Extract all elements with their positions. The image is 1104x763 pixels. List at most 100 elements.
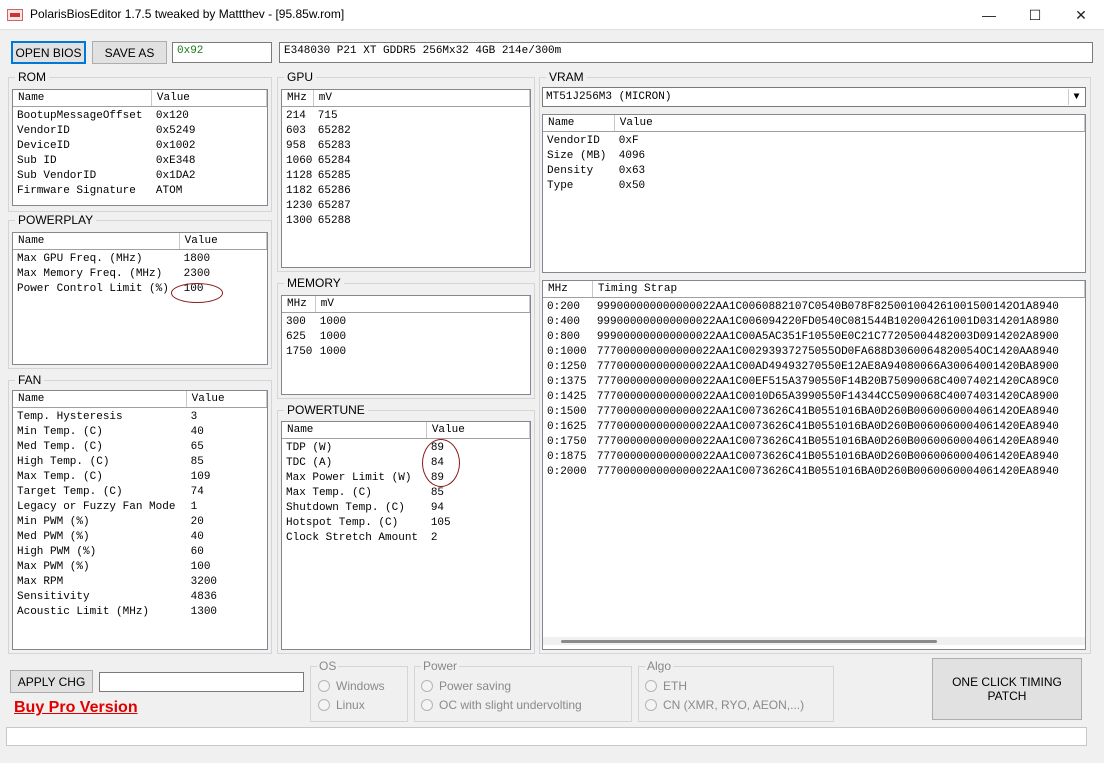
list-row[interactable]: Type 0x50	[543, 179, 1085, 194]
list-row[interactable]: Min PWM (%) 20	[13, 515, 267, 530]
column-header[interactable]: MHz	[282, 296, 316, 312]
column-header[interactable]: Name	[13, 391, 187, 407]
power-option-oc-undervolt[interactable]: OC with slight undervolting	[421, 698, 582, 712]
bios-info-field[interactable]: E348030 P21 XT GDDR5 256Mx32 4GB 214e/30…	[279, 42, 1093, 63]
list-row[interactable]: Target Temp. (C) 74	[13, 485, 267, 500]
column-header[interactable]: Name	[13, 233, 180, 249]
list-row[interactable]: BootupMessageOffset 0x120	[13, 109, 267, 124]
column-header[interactable]: Name	[13, 90, 152, 106]
radio-icon[interactable]	[645, 699, 657, 711]
list-row[interactable]: Max RPM 3200	[13, 575, 267, 590]
list-row[interactable]: Max Temp. (C) 109	[13, 470, 267, 485]
list-row[interactable]: Acoustic Limit (MHz) 1300	[13, 605, 267, 620]
list-row[interactable]: Min Temp. (C) 40	[13, 425, 267, 440]
list-row[interactable]: Max Power Limit (W) 89	[282, 471, 530, 486]
list-row[interactable]: 0:1750 777000000000000022AA1C0073626C41B0…	[543, 435, 1085, 450]
column-header[interactable]: MHz	[543, 281, 593, 297]
algo-option-cn[interactable]: CN (XMR, RYO, AEON,...)	[645, 698, 804, 712]
column-header[interactable]: Value	[152, 90, 267, 106]
list-row[interactable]: 0:2000 777000000000000022AA1C0073626C41B0…	[543, 465, 1085, 480]
column-header[interactable]: MHz	[282, 90, 314, 106]
list-row[interactable]: 0:1375 777000000000000022AA1C00EF515A3790…	[543, 375, 1085, 390]
vram-list[interactable]: Name Value VendorID 0xF Size (MB) 4096 Density…	[542, 114, 1086, 273]
save-as-button[interactable]: SAVE AS	[92, 41, 167, 64]
list-row[interactable]: 0:1000 777000000000000022AA1C002939372750…	[543, 345, 1085, 360]
list-row[interactable]: 0:400 999000000000000022AA1C006094220FD05…	[543, 315, 1085, 330]
column-header[interactable]: Value	[187, 391, 267, 407]
column-header[interactable]: mV	[316, 296, 530, 312]
column-header[interactable]: Timing Strap	[593, 281, 1085, 297]
vram-select[interactable]: MT51J256M3 (MICRON) ▼	[542, 87, 1086, 107]
list-row[interactable]: Temp. Hysteresis 3	[13, 410, 267, 425]
list-row[interactable]: Max Memory Freq. (MHz) 2300	[13, 267, 267, 282]
list-row[interactable]: TDP (W) 89	[282, 441, 530, 456]
apply-changes-button[interactable]: APPLY CHG	[10, 670, 93, 693]
list-row[interactable]: 1182 65286	[282, 184, 530, 199]
list-row[interactable]: VendorID 0x5249	[13, 124, 267, 139]
list-row[interactable]: Power Control Limit (%) 100	[13, 282, 267, 297]
open-bios-button[interactable]: OPEN BIOS	[11, 41, 86, 64]
list-row[interactable]: 0:800 999000000000000022AA1C00A5AC351F105…	[543, 330, 1085, 345]
column-header[interactable]: Value	[615, 115, 1085, 131]
list-row[interactable]: Sub VendorID 0x1DA2	[13, 169, 267, 184]
column-header[interactable]: Value	[427, 422, 530, 438]
list-row[interactable]: 214 715	[282, 109, 530, 124]
list-row[interactable]: High Temp. (C) 85	[13, 455, 267, 470]
buy-pro-link[interactable]: Buy Pro Version	[14, 699, 138, 717]
list-row[interactable]: 603 65282	[282, 124, 530, 139]
rom-list[interactable]: Name Value BootupMessageOffset 0x120 VendorI…	[12, 89, 268, 206]
list-row[interactable]: Hotspot Temp. (C) 105	[282, 516, 530, 531]
checksum-field[interactable]: 0x92	[172, 42, 272, 63]
list-row[interactable]: 1128 65285	[282, 169, 530, 184]
list-row[interactable]: Max GPU Freq. (MHz) 1800	[13, 252, 267, 267]
list-row[interactable]: Max PWM (%) 100	[13, 560, 267, 575]
list-row[interactable]: Sensitivity 4836	[13, 590, 267, 605]
os-option-linux[interactable]: Linux	[318, 698, 365, 712]
list-row[interactable]: 1300 65288	[282, 214, 530, 229]
list-row[interactable]: Clock Stretch Amount 2	[282, 531, 530, 546]
column-header[interactable]: Value	[180, 233, 267, 249]
list-row[interactable]: Shutdown Temp. (C) 94	[282, 501, 530, 516]
apply-status-field[interactable]	[99, 672, 304, 692]
column-header[interactable]: mV	[314, 90, 530, 106]
column-header[interactable]: Name	[282, 422, 427, 438]
list-row[interactable]: 0:1625 777000000000000022AA1C0073626C41B0…	[543, 420, 1085, 435]
os-option-windows[interactable]: Windows	[318, 679, 385, 693]
list-row[interactable]: 625 1000	[282, 330, 530, 345]
list-row[interactable]: Firmware Signature ATOM	[13, 184, 267, 199]
list-row[interactable]: Med PWM (%) 40	[13, 530, 267, 545]
radio-icon[interactable]	[421, 699, 433, 711]
list-row[interactable]: Max Temp. (C) 85	[282, 486, 530, 501]
list-row[interactable]: 300 1000	[282, 315, 530, 330]
close-button[interactable]: ✕	[1058, 0, 1104, 30]
chevron-down-icon[interactable]: ▼	[1068, 89, 1084, 105]
list-row[interactable]: Size (MB) 4096	[543, 149, 1085, 164]
list-row[interactable]: 0:1250 777000000000000022AA1C00AD49493270…	[543, 360, 1085, 375]
radio-icon[interactable]	[645, 680, 657, 692]
list-row[interactable]: 0:1500 777000000000000022AA1C0073626C41B0…	[543, 405, 1085, 420]
fan-list[interactable]: Name Value Temp. Hysteresis 3 Min Temp. (C) 4…	[12, 390, 268, 650]
timing-horizontal-scrollbar[interactable]	[543, 637, 1085, 645]
algo-option-eth[interactable]: ETH	[645, 679, 687, 693]
list-row[interactable]: 1230 65287	[282, 199, 530, 214]
list-row[interactable]: 0:1425 777000000000000022AA1C0010D65A3990…	[543, 390, 1085, 405]
powertune-list[interactable]: Name Value TDP (W) 89 TDC (A) 84 Max Power Lim…	[281, 421, 531, 650]
list-row[interactable]: 958 65283	[282, 139, 530, 154]
minimize-button[interactable]: —	[966, 0, 1012, 30]
list-row[interactable]: 1750 1000	[282, 345, 530, 360]
memory-list[interactable]: MHz mV 300 1000 625 1000 1750 1000	[281, 295, 531, 395]
scrollbar-thumb[interactable]	[561, 640, 937, 643]
list-row[interactable]: Density 0x63	[543, 164, 1085, 179]
list-row[interactable]: 1060 65284	[282, 154, 530, 169]
one-click-timing-patch-button[interactable]: ONE CLICK TIMING PATCH	[932, 658, 1082, 720]
list-row[interactable]: High PWM (%) 60	[13, 545, 267, 560]
radio-icon[interactable]	[421, 680, 433, 692]
list-row[interactable]: DeviceID 0x1002	[13, 139, 267, 154]
list-row[interactable]: Legacy or Fuzzy Fan Mode 1	[13, 500, 267, 515]
maximize-button[interactable]: ☐	[1012, 0, 1058, 30]
timing-list[interactable]: MHz Timing Strap 0:200 999000000000000022AA…	[542, 280, 1086, 650]
column-header[interactable]: Name	[543, 115, 615, 131]
list-row[interactable]: Sub ID 0xE348	[13, 154, 267, 169]
radio-icon[interactable]	[318, 699, 330, 711]
list-row[interactable]: Med Temp. (C) 65	[13, 440, 267, 455]
